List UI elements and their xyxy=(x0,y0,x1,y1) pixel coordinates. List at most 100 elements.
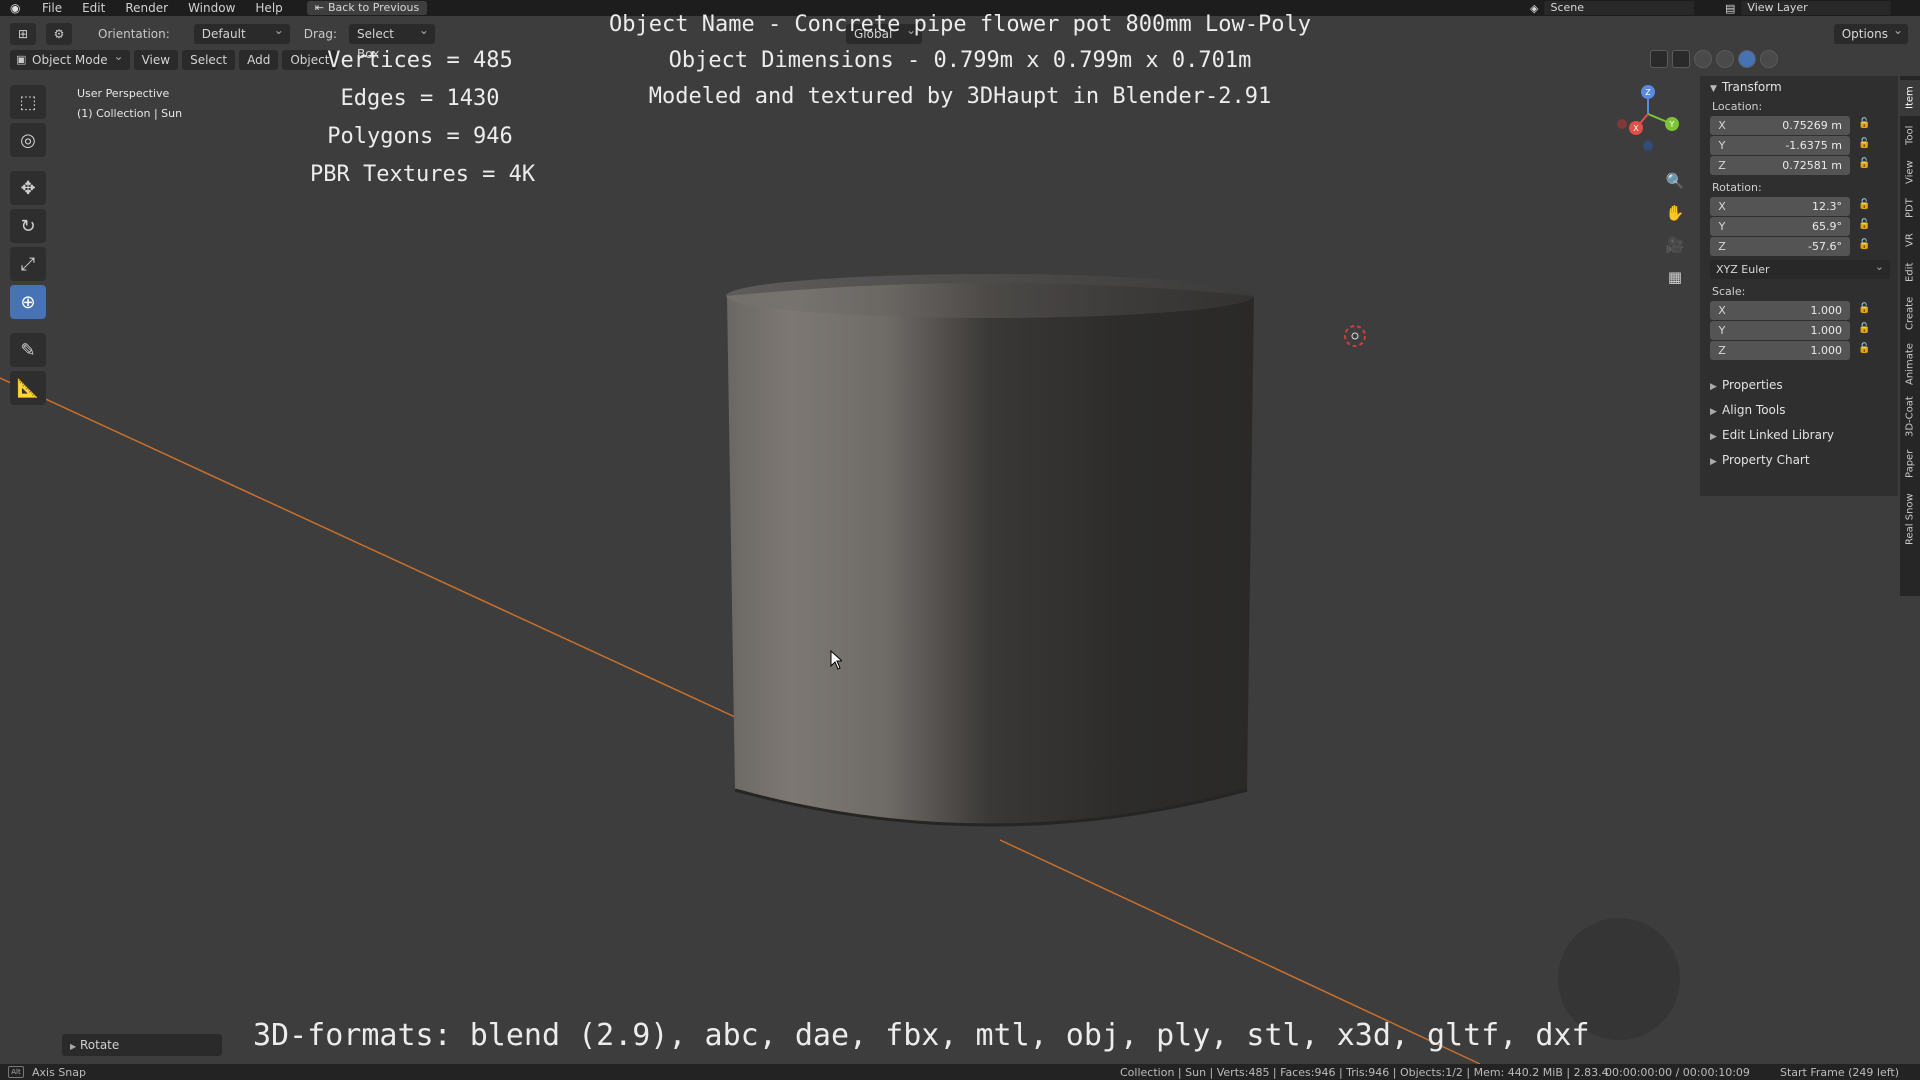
blender-logo-icon[interactable]: ◉ xyxy=(10,1,26,15)
lock-icon[interactable]: 🔓 xyxy=(1858,303,1872,317)
rotation-y-field[interactable]: Y 65.9° 🔓 xyxy=(1710,217,1870,236)
annotate-tool-icon[interactable]: ✎ xyxy=(10,333,46,367)
menu-view[interactable]: View xyxy=(133,50,179,70)
gizmo-neg-z-icon[interactable] xyxy=(1643,141,1653,151)
camera-view-icon[interactable]: 🎥 xyxy=(1662,232,1688,258)
gizmo-x-label: X xyxy=(1633,124,1639,133)
scene-selector[interactable]: ◈ Scene xyxy=(1530,0,1695,16)
axis-label: Y xyxy=(1718,324,1726,337)
last-operator-label: Rotate xyxy=(79,1038,120,1052)
xray-icon[interactable] xyxy=(1672,50,1690,68)
measure-tool-icon[interactable]: 📐 xyxy=(10,371,46,405)
section-label: Properties xyxy=(1722,378,1783,392)
lock-icon[interactable]: 🔓 xyxy=(1858,343,1872,357)
menu-help[interactable]: Help xyxy=(245,0,292,16)
pan-hand-icon[interactable]: ✋ xyxy=(1662,200,1688,226)
property-chart-section[interactable]: ▶ Property Chart xyxy=(1700,448,1898,473)
menu-edit[interactable]: Edit xyxy=(72,0,115,16)
move-tool-icon[interactable]: ✥ xyxy=(10,171,46,205)
location-label: Location: xyxy=(1712,100,1763,113)
solid-shading-icon[interactable] xyxy=(1716,50,1734,68)
back-to-previous-label: Back to Previous xyxy=(327,1,420,14)
navigation-gizmo[interactable]: Z Y X xyxy=(1610,80,1686,160)
tab-pdt[interactable]: PDT xyxy=(1900,192,1920,224)
transform-tool-icon[interactable]: ⊕ xyxy=(10,285,46,319)
sidebar-n-panel: ▼ Transform Location: X 0.75269 m 🔓 Y -1.637… xyxy=(1700,76,1898,496)
location-y-field[interactable]: Y -1.6375 m 🔓 xyxy=(1710,136,1870,155)
tab-animate[interactable]: Animate xyxy=(1900,338,1920,390)
scene-field[interactable]: Scene xyxy=(1544,1,1695,15)
object-info-overlay: Object Name - Concrete pipe flower pot 8… xyxy=(560,7,1360,115)
rotate-tool-icon[interactable]: ↻ xyxy=(10,209,46,243)
drag-dropdown[interactable]: Select Box xyxy=(348,20,435,61)
menu-window[interactable]: Window xyxy=(178,0,245,16)
tab-vr[interactable]: VR xyxy=(1900,226,1920,254)
rotation-mode-dropdown[interactable]: XYZ Euler xyxy=(1710,257,1890,279)
rotation-x-field[interactable]: X 12.3° 🔓 xyxy=(1710,197,1870,216)
scale-z-field[interactable]: Z 1.000 🔓 xyxy=(1710,341,1870,360)
lock-icon[interactable]: 🔓 xyxy=(1858,199,1872,213)
menu-render[interactable]: Render xyxy=(115,0,178,16)
material-shading-icon[interactable] xyxy=(1738,50,1756,68)
properties-section[interactable]: ▶ Properties xyxy=(1700,373,1898,398)
tab-3d-coat[interactable]: 3D-Coat xyxy=(1900,392,1920,442)
3d-cursor-icon[interactable] xyxy=(1344,325,1366,347)
rendered-shading-icon[interactable] xyxy=(1760,50,1778,68)
gizmo-neg-x-icon[interactable] xyxy=(1617,119,1627,129)
overlays-icon[interactable] xyxy=(1650,50,1668,68)
expand-arrow-icon: ▶ xyxy=(70,1042,77,1051)
expand-arrow-icon: ▶ xyxy=(1710,407,1717,417)
menu-select[interactable]: Select xyxy=(182,50,236,70)
last-operator-panel[interactable]: ▶ Rotate xyxy=(62,1034,222,1056)
lock-icon[interactable]: 🔓 xyxy=(1858,239,1872,253)
tool-settings-icon[interactable]: ⚙ xyxy=(46,23,72,45)
editor-type-icon[interactable]: ⊞ xyxy=(10,23,36,45)
cursor-tool-icon[interactable]: ◎ xyxy=(10,123,46,157)
view-layer-selector[interactable]: ▤ View Layer xyxy=(1725,0,1892,16)
wireframe-shading-icon[interactable] xyxy=(1694,50,1712,68)
credit-text: Modeled and textured by 3DHaupt in Blend… xyxy=(648,84,1272,109)
edit-linked-library-section[interactable]: ▶ Edit Linked Library xyxy=(1700,423,1898,448)
scale-y-field[interactable]: Y 1.000 🔓 xyxy=(1710,321,1870,340)
tab-tool[interactable]: Tool xyxy=(1900,118,1920,152)
lock-icon[interactable]: 🔓 xyxy=(1858,158,1872,172)
axis-snap-hint: Axis Snap xyxy=(32,1065,86,1079)
concrete-pipe-object[interactable] xyxy=(726,274,1254,827)
lock-icon[interactable]: 🔓 xyxy=(1858,138,1872,152)
tab-real-snow[interactable]: Real Snow xyxy=(1900,486,1920,552)
rotation-z-field[interactable]: Z -57.6° 🔓 xyxy=(1710,237,1870,256)
orientation-dropdown[interactable]: Default xyxy=(193,20,290,44)
tab-view[interactable]: View xyxy=(1900,154,1920,190)
lock-icon[interactable]: 🔓 xyxy=(1858,118,1872,132)
lock-icon[interactable]: 🔓 xyxy=(1858,323,1872,337)
view-layer-field[interactable]: View Layer xyxy=(1741,1,1892,15)
location-z-field[interactable]: Z 0.72581 m 🔓 xyxy=(1710,156,1870,175)
transform-section-header[interactable]: ▼ Transform xyxy=(1700,76,1898,98)
frame-info: Start Frame (249 left) xyxy=(1780,1065,1900,1079)
polygons-stat: Polygons = 946 xyxy=(327,124,513,149)
menu-file[interactable]: File xyxy=(32,0,72,16)
options-dropdown[interactable]: Options xyxy=(1833,20,1908,44)
object-mode-dropdown[interactable]: Object Mode xyxy=(10,46,130,70)
viewport-info: User Perspective (1) Collection | Sun xyxy=(77,84,182,124)
perspective-toggle-icon[interactable]: ▦ xyxy=(1662,264,1688,290)
back-icon: ⇤ xyxy=(314,1,324,14)
scale-tool-icon[interactable]: ⤢ xyxy=(10,247,46,281)
scale-x-field[interactable]: X 1.000 🔓 xyxy=(1710,301,1870,320)
rotation-y-value: 65.9° xyxy=(1812,220,1842,233)
tab-paper[interactable]: Paper xyxy=(1900,444,1920,484)
back-to-previous-button[interactable]: ⇤ Back to Previous xyxy=(306,1,428,15)
textures-stat: PBR Textures = 4K xyxy=(310,162,536,187)
lock-icon[interactable]: 🔓 xyxy=(1858,219,1872,233)
tab-item[interactable]: Item xyxy=(1900,80,1920,116)
location-x-value: 0.75269 m xyxy=(1782,119,1842,132)
viewport-scene[interactable] xyxy=(0,0,1920,1080)
zoom-icon[interactable]: 🔍 xyxy=(1662,168,1688,194)
axis-label: X xyxy=(1718,200,1726,213)
align-tools-section[interactable]: ▶ Align Tools xyxy=(1700,398,1898,423)
menu-add[interactable]: Add xyxy=(239,50,279,70)
tab-create[interactable]: Create xyxy=(1900,290,1920,336)
location-x-field[interactable]: X 0.75269 m 🔓 xyxy=(1710,116,1870,135)
select-box-tool-icon[interactable]: ⬚ xyxy=(10,85,46,119)
tab-edit[interactable]: Edit xyxy=(1900,256,1920,288)
